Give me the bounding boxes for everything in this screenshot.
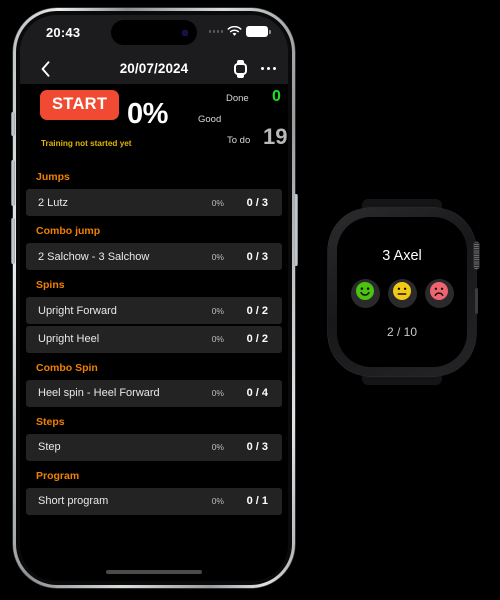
- element-row-count: 0 / 1: [246, 495, 268, 507]
- apple-watch-icon[interactable]: [233, 59, 248, 78]
- home-indicator[interactable]: [106, 570, 202, 574]
- element-row-percent: 0%: [211, 251, 224, 262]
- training-summary: START 0% Training not started yet Done 0…: [20, 84, 288, 162]
- element-row[interactable]: Heel spin - Heel Forward 0% 0 / 4: [26, 379, 282, 407]
- dynamic-island: [111, 20, 197, 45]
- smiley-happy-button[interactable]: [350, 279, 380, 308]
- wifi-icon: [227, 26, 242, 37]
- element-row-name: 2 Salchow - 3 Salchow: [38, 250, 150, 263]
- iphone-device: 20:43 20/07/2024 START 0% Training not s…: [10, 8, 298, 588]
- phone-volume-up-button[interactable]: [10, 160, 15, 206]
- watch-screen: 3 Axel 2 / 10: [337, 217, 467, 367]
- element-row-percent: 0%: [211, 496, 224, 506]
- section-header: Combo jump: [36, 225, 101, 237]
- section-header: Program: [36, 469, 80, 482]
- element-row-count: 0 / 2: [246, 333, 268, 345]
- completion-percent: 0%: [127, 98, 168, 130]
- phone-screen: 20:43 20/07/2024 START 0% Training not s…: [20, 15, 288, 581]
- element-row-name: Heel spin - Heel Forward: [38, 387, 160, 399]
- section-header: Steps: [36, 415, 65, 428]
- todo-value: 19: [263, 124, 288, 149]
- start-button[interactable]: START: [40, 90, 120, 120]
- phone-power-button[interactable]: [293, 194, 298, 266]
- section-header: Combo Spin: [36, 361, 98, 374]
- element-row-count: 0 / 4: [246, 387, 268, 399]
- element-row-name: Upright Forward: [38, 304, 117, 317]
- smiley-sad-icon: [429, 281, 449, 306]
- element-row[interactable]: Upright Forward 0% 0 / 2: [26, 297, 282, 324]
- element-row[interactable]: 2 Salchow - 3 Salchow 0% 0 / 3: [26, 243, 282, 270]
- more-horizontal-icon[interactable]: [260, 66, 276, 71]
- front-camera-icon: [182, 29, 188, 36]
- section-header: Spins: [36, 279, 65, 291]
- done-value: 0: [272, 88, 281, 105]
- smiley-happy-icon: [355, 281, 375, 306]
- element-row-count: 0 / 3: [246, 250, 268, 263]
- element-list: Jumps 2 Lutz 0% 0 / 3 Combo jump 2 Salchow - …: [20, 162, 288, 515]
- navigation-actions: [233, 59, 276, 78]
- rating-button-group: [337, 279, 467, 308]
- element-row-name: Short program: [38, 495, 109, 507]
- todo-label: To do: [227, 135, 251, 146]
- element-row-name: Step: [38, 441, 61, 453]
- phone-volume-down-button[interactable]: [10, 218, 15, 264]
- smiley-sad-button[interactable]: [424, 279, 454, 308]
- element-row[interactable]: Short program 0% 0 / 1: [26, 487, 282, 515]
- element-row-percent: 0%: [211, 305, 224, 316]
- element-row-name: 2 Lutz: [38, 196, 68, 209]
- good-label: Good: [198, 114, 222, 125]
- element-row-percent: 0%: [211, 388, 224, 398]
- digital-crown[interactable]: [474, 242, 479, 269]
- element-row[interactable]: 2 Lutz 0% 0 / 3: [26, 189, 282, 216]
- navigation-bar: 20/07/2024: [20, 53, 288, 84]
- watch-side-button[interactable]: [474, 288, 478, 314]
- status-bar-indicators: [208, 26, 271, 37]
- element-row-count: 0 / 2: [246, 304, 268, 317]
- phone-silence-switch[interactable]: [11, 112, 15, 136]
- element-row-count: 0 / 3: [246, 196, 268, 209]
- watch-progress-counter: 2 / 10: [386, 325, 418, 339]
- element-row[interactable]: Step 0% 0 / 3: [26, 433, 282, 461]
- element-row[interactable]: Upright Heel 0% 0 / 2: [26, 325, 282, 353]
- element-row-name: Upright Heel: [38, 333, 100, 345]
- element-row-percent: 0%: [211, 197, 224, 208]
- training-status-note: Training not started yet: [41, 139, 132, 148]
- apple-watch-device: 3 Axel 2 / 10: [328, 199, 479, 385]
- element-row-percent: 0%: [211, 334, 224, 344]
- signal-dots-icon: [208, 30, 223, 33]
- status-bar-clock: 20:43: [46, 25, 81, 40]
- done-label: Done: [226, 93, 249, 104]
- watch-element-title: 3 Axel: [382, 248, 422, 264]
- smiley-neutral-button[interactable]: [387, 279, 417, 308]
- battery-full-icon: [246, 26, 271, 37]
- smiley-neutral-icon: [392, 281, 412, 306]
- section-header: Jumps: [36, 171, 70, 183]
- status-bar: 20:43: [20, 15, 288, 53]
- element-row-count: 0 / 3: [246, 441, 268, 453]
- element-row-percent: 0%: [211, 442, 224, 452]
